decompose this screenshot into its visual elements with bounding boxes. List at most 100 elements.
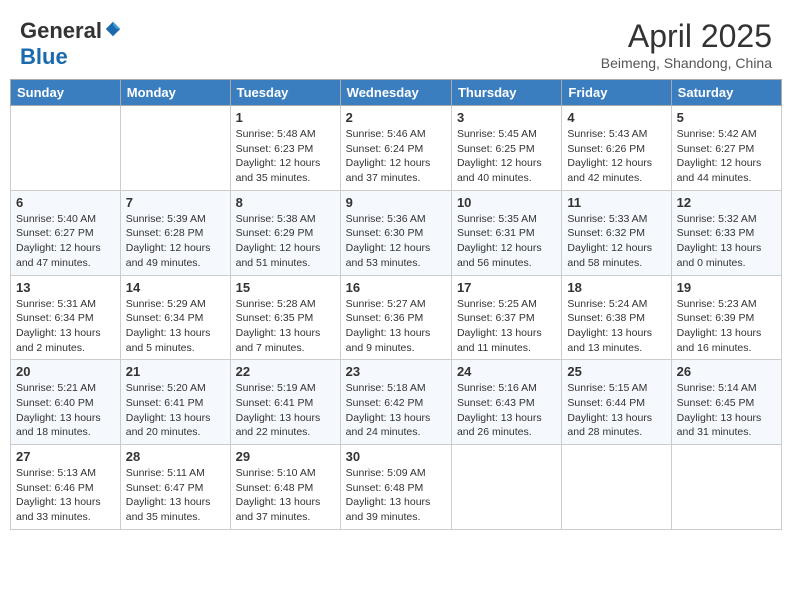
day-info: Sunrise: 5:43 AM Sunset: 6:26 PM Dayligh… <box>567 127 665 186</box>
calendar-cell: 10 Sunrise: 5:35 AM Sunset: 6:31 PM Dayli… <box>451 190 561 275</box>
day-info: Sunrise: 5:09 AM Sunset: 6:48 PM Dayligh… <box>346 466 446 525</box>
calendar-cell: 25Sunrise: 5:15 AM Sunset: 6:44 PM Dayli… <box>562 360 671 445</box>
day-info: Sunrise: 5:21 AM Sunset: 6:40 PM Dayligh… <box>16 381 115 440</box>
day-number: 13 <box>16 280 115 295</box>
calendar-cell: 2 Sunrise: 5:46 AM Sunset: 6:24 PM Daylig… <box>340 106 451 191</box>
day-number: 4 <box>567 110 665 125</box>
calendar-cell: 20 Sunrise: 5:21 AM Sunset: 6:40 PM Dayli… <box>11 360 121 445</box>
day-info: Sunrise: 5:42 AM Sunset: 6:27 PM Dayligh… <box>677 127 776 186</box>
page-header: General Blue April 2025 Beimeng, Shandon… <box>10 10 782 75</box>
day-info: Sunrise: 5:23 AM Sunset: 6:39 PM Dayligh… <box>677 297 776 356</box>
calendar-cell: 21Sunrise: 5:20 AM Sunset: 6:41 PM Dayli… <box>120 360 230 445</box>
day-info: Sunrise: 5:48 AM Sunset: 6:23 PM Dayligh… <box>236 127 335 186</box>
day-info: Sunrise: 5:14 AM Sunset: 6:45 PM Dayligh… <box>677 381 776 440</box>
day-info: Sunrise: 5:15 AM Sunset: 6:44 PM Dayligh… <box>567 381 665 440</box>
day-info: Sunrise: 5:28 AM Sunset: 6:35 PM Dayligh… <box>236 297 335 356</box>
column-header-thursday: Thursday <box>451 80 561 106</box>
column-header-saturday: Saturday <box>671 80 781 106</box>
day-info: Sunrise: 5:20 AM Sunset: 6:41 PM Dayligh… <box>126 381 225 440</box>
calendar-week-row: 13 Sunrise: 5:31 AM Sunset: 6:34 PM Dayli… <box>11 275 782 360</box>
logo-icon <box>104 20 122 38</box>
day-number: 12 <box>677 195 776 210</box>
day-number: 9 <box>346 195 446 210</box>
day-number: 17 <box>457 280 556 295</box>
calendar-cell: 8 Sunrise: 5:38 AM Sunset: 6:29 PM Daylig… <box>230 190 340 275</box>
logo-blue-text: Blue <box>20 44 68 70</box>
calendar-cell <box>451 445 561 530</box>
day-number: 16 <box>346 280 446 295</box>
column-header-wednesday: Wednesday <box>340 80 451 106</box>
calendar-cell: 7 Sunrise: 5:39 AM Sunset: 6:28 PM Daylig… <box>120 190 230 275</box>
calendar-cell: 5 Sunrise: 5:42 AM Sunset: 6:27 PM Daylig… <box>671 106 781 191</box>
day-number: 28 <box>126 449 225 464</box>
calendar-cell: 12 Sunrise: 5:32 AM Sunset: 6:33 PM Dayli… <box>671 190 781 275</box>
calendar-cell <box>120 106 230 191</box>
column-header-monday: Monday <box>120 80 230 106</box>
day-number: 10 <box>457 195 556 210</box>
calendar-cell <box>11 106 121 191</box>
calendar-cell: 26Sunrise: 5:14 AM Sunset: 6:45 PM Dayli… <box>671 360 781 445</box>
calendar-cell: 30Sunrise: 5:09 AM Sunset: 6:48 PM Dayli… <box>340 445 451 530</box>
day-info: Sunrise: 5:35 AM Sunset: 6:31 PM Dayligh… <box>457 212 556 271</box>
day-info: Sunrise: 5:40 AM Sunset: 6:27 PM Dayligh… <box>16 212 115 271</box>
day-info: Sunrise: 5:11 AM Sunset: 6:47 PM Dayligh… <box>126 466 225 525</box>
column-header-tuesday: Tuesday <box>230 80 340 106</box>
calendar-cell <box>562 445 671 530</box>
column-header-friday: Friday <box>562 80 671 106</box>
calendar-cell: 19 Sunrise: 5:23 AM Sunset: 6:39 PM Dayli… <box>671 275 781 360</box>
day-number: 7 <box>126 195 225 210</box>
location-text: Beimeng, Shandong, China <box>601 55 772 71</box>
calendar-cell: 29 Sunrise: 5:10 AM Sunset: 6:48 PM Dayli… <box>230 445 340 530</box>
day-info: Sunrise: 5:27 AM Sunset: 6:36 PM Dayligh… <box>346 297 446 356</box>
day-number: 3 <box>457 110 556 125</box>
day-number: 1 <box>236 110 335 125</box>
calendar-cell: 27Sunrise: 5:13 AM Sunset: 6:46 PM Dayli… <box>11 445 121 530</box>
day-number: 15 <box>236 280 335 295</box>
day-info: Sunrise: 5:46 AM Sunset: 6:24 PM Dayligh… <box>346 127 446 186</box>
day-number: 8 <box>236 195 335 210</box>
day-info: Sunrise: 5:31 AM Sunset: 6:34 PM Dayligh… <box>16 297 115 356</box>
day-info: Sunrise: 5:32 AM Sunset: 6:33 PM Dayligh… <box>677 212 776 271</box>
month-title: April 2025 <box>601 18 772 55</box>
calendar-cell: 24Sunrise: 5:16 AM Sunset: 6:43 PM Dayli… <box>451 360 561 445</box>
calendar-cell: 6 Sunrise: 5:40 AM Sunset: 6:27 PM Daylig… <box>11 190 121 275</box>
day-number: 14 <box>126 280 225 295</box>
column-header-sunday: Sunday <box>11 80 121 106</box>
day-info: Sunrise: 5:36 AM Sunset: 6:30 PM Dayligh… <box>346 212 446 271</box>
day-info: Sunrise: 5:38 AM Sunset: 6:29 PM Dayligh… <box>236 212 335 271</box>
day-number: 23 <box>346 364 446 379</box>
title-block: April 2025 Beimeng, Shandong, China <box>601 18 772 71</box>
calendar-week-row: 27Sunrise: 5:13 AM Sunset: 6:46 PM Dayli… <box>11 445 782 530</box>
day-number: 22 <box>236 364 335 379</box>
logo-general-text: General <box>20 18 102 44</box>
calendar-cell: 1 Sunrise: 5:48 AM Sunset: 6:23 PM Daylig… <box>230 106 340 191</box>
calendar-cell: 3 Sunrise: 5:45 AM Sunset: 6:25 PM Daylig… <box>451 106 561 191</box>
calendar-cell <box>671 445 781 530</box>
calendar-cell: 13 Sunrise: 5:31 AM Sunset: 6:34 PM Dayli… <box>11 275 121 360</box>
day-number: 19 <box>677 280 776 295</box>
calendar-cell: 17 Sunrise: 5:25 AM Sunset: 6:37 PM Dayli… <box>451 275 561 360</box>
day-number: 29 <box>236 449 335 464</box>
day-number: 5 <box>677 110 776 125</box>
day-info: Sunrise: 5:13 AM Sunset: 6:46 PM Dayligh… <box>16 466 115 525</box>
calendar-cell: 18Sunrise: 5:24 AM Sunset: 6:38 PM Dayli… <box>562 275 671 360</box>
day-number: 2 <box>346 110 446 125</box>
calendar-cell: 15 Sunrise: 5:28 AM Sunset: 6:35 PM Dayli… <box>230 275 340 360</box>
calendar-cell: 9 Sunrise: 5:36 AM Sunset: 6:30 PM Daylig… <box>340 190 451 275</box>
day-info: Sunrise: 5:39 AM Sunset: 6:28 PM Dayligh… <box>126 212 225 271</box>
day-number: 20 <box>16 364 115 379</box>
day-info: Sunrise: 5:18 AM Sunset: 6:42 PM Dayligh… <box>346 381 446 440</box>
calendar-cell: 16 Sunrise: 5:27 AM Sunset: 6:36 PM Dayli… <box>340 275 451 360</box>
calendar-cell: 14 Sunrise: 5:29 AM Sunset: 6:34 PM Dayli… <box>120 275 230 360</box>
calendar-cell: 22Sunrise: 5:19 AM Sunset: 6:41 PM Dayli… <box>230 360 340 445</box>
calendar-cell: 23 Sunrise: 5:18 AM Sunset: 6:42 PM Dayli… <box>340 360 451 445</box>
day-number: 24 <box>457 364 556 379</box>
day-info: Sunrise: 5:10 AM Sunset: 6:48 PM Dayligh… <box>236 466 335 525</box>
day-info: Sunrise: 5:25 AM Sunset: 6:37 PM Dayligh… <box>457 297 556 356</box>
day-info: Sunrise: 5:24 AM Sunset: 6:38 PM Dayligh… <box>567 297 665 356</box>
day-number: 6 <box>16 195 115 210</box>
day-info: Sunrise: 5:29 AM Sunset: 6:34 PM Dayligh… <box>126 297 225 356</box>
calendar-table: SundayMondayTuesdayWednesdayThursdayFrid… <box>10 79 782 530</box>
logo: General Blue <box>20 18 122 70</box>
day-info: Sunrise: 5:45 AM Sunset: 6:25 PM Dayligh… <box>457 127 556 186</box>
